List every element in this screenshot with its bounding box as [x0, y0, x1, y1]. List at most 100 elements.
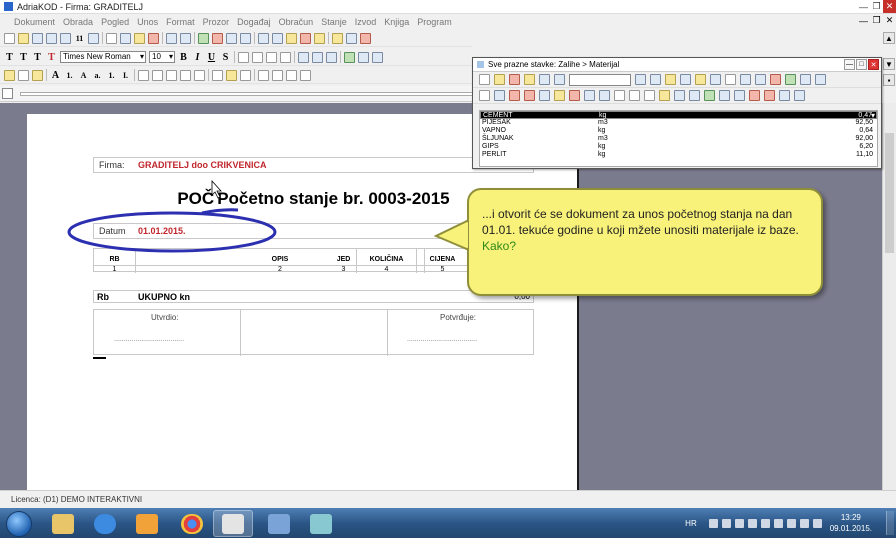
maximize-icon[interactable]: ❐ [870, 0, 883, 13]
menu-format[interactable]: Format [162, 17, 199, 27]
calendar-icon[interactable] [258, 32, 269, 44]
tray-icon-2[interactable] [721, 518, 731, 528]
list-icon[interactable] [226, 32, 237, 44]
popup-doc-icon[interactable] [479, 90, 490, 101]
taskbar-explorer[interactable] [43, 510, 83, 537]
font-size-select[interactable]: 10 [149, 51, 175, 63]
tray-icon-5[interactable] [760, 518, 770, 528]
menu-program[interactable]: Program [413, 17, 456, 27]
indent-icon[interactable] [298, 51, 309, 63]
popup-key-icon[interactable] [674, 90, 685, 101]
search-zoom-icon[interactable] [286, 32, 297, 44]
cut-icon[interactable] [106, 32, 117, 44]
popup-binoculars-icon[interactable] [635, 74, 646, 85]
volume-icon[interactable] [812, 518, 822, 528]
car-icon[interactable] [272, 32, 283, 44]
font-name-select[interactable]: Times New Roman [60, 51, 146, 63]
menu-dogadaj[interactable]: Događaj [233, 17, 275, 27]
close-icon[interactable]: ✕ [883, 0, 896, 13]
font-a-5[interactable]: I. [120, 71, 131, 80]
stop-icon[interactable] [300, 32, 311, 44]
list-item[interactable]: CEMENT kg 0,47 [480, 111, 877, 120]
box-5-icon[interactable] [272, 69, 283, 81]
tray-icon-3[interactable] [734, 518, 744, 528]
material-list[interactable]: CEMENT kg 0,47 PIJESAK m3 92,50 VAPNO kg… [479, 110, 878, 167]
page-3-icon[interactable] [166, 69, 177, 81]
popup-minimize-icon[interactable]: — [844, 59, 855, 70]
redo-icon[interactable] [180, 32, 191, 44]
page-2-icon[interactable] [152, 69, 163, 81]
new-document-icon[interactable] [4, 32, 15, 44]
popup-dollar-icon[interactable] [725, 74, 736, 85]
paste-icon[interactable] [134, 32, 145, 44]
undo-icon[interactable] [166, 32, 177, 44]
number-button[interactable]: 11 [74, 34, 85, 43]
popup-phone-icon[interactable] [755, 74, 766, 85]
popup-save-icon[interactable] [800, 74, 811, 85]
text-style-1[interactable]: T [4, 52, 15, 63]
box-2-icon[interactable] [226, 69, 237, 81]
panel-icon[interactable]: ▪ [883, 74, 895, 86]
material-picker-window[interactable]: Sve prazne stavke: Zalihe > Materijal — … [472, 57, 882, 169]
clock[interactable]: 13:29 09.01.2015. [830, 512, 872, 534]
popup-car-icon[interactable] [524, 90, 535, 101]
box-3-icon[interactable] [240, 69, 251, 81]
network-status-icon[interactable] [799, 518, 809, 528]
popup-new-icon[interactable] [479, 74, 490, 85]
datum-value[interactable]: 01.01.2015. [138, 226, 186, 236]
refresh-icon[interactable] [198, 32, 209, 44]
font-a-large[interactable]: A [50, 70, 61, 81]
doc-close-icon[interactable]: ✕ [883, 14, 896, 27]
font-a-2[interactable]: A [78, 71, 89, 80]
popup-page2-icon[interactable] [629, 90, 640, 101]
ruler-corner[interactable] [2, 88, 13, 99]
popup-chart-icon[interactable] [815, 74, 826, 85]
strike-button[interactable]: S [220, 52, 231, 63]
tray-icon-7[interactable] [786, 518, 796, 528]
font-a-3[interactable]: a. [92, 71, 103, 80]
tray-icon-4[interactable] [747, 518, 757, 528]
help-icon[interactable] [332, 32, 343, 44]
open-folder-icon[interactable] [18, 32, 29, 44]
align-justify-icon[interactable] [280, 51, 291, 63]
minimize-icon[interactable]: — [857, 0, 870, 13]
vertical-scrollbar[interactable] [882, 103, 896, 490]
list-item[interactable]: PERLIT kg 11,10 [480, 151, 877, 159]
box-1-icon[interactable] [212, 69, 223, 81]
popup-pin-icon[interactable] [734, 90, 745, 101]
popup-grid2-icon[interactable] [689, 90, 700, 101]
popup-down-icon[interactable] [569, 90, 580, 101]
box-6-icon[interactable] [286, 69, 297, 81]
menu-obracun[interactable]: Obračun [275, 17, 318, 27]
popup-delete-icon[interactable] [509, 74, 520, 85]
popup-filter-icon[interactable] [524, 74, 535, 85]
popup-close-icon[interactable]: ✕ [868, 59, 879, 70]
popup-copy-icon[interactable] [599, 90, 610, 101]
popup-grid-icon[interactable] [665, 74, 676, 85]
pin-icon[interactable]: ▲ [883, 32, 895, 44]
popup-search-input[interactable] [569, 73, 631, 86]
run-icon[interactable] [346, 32, 357, 44]
popup-box-icon[interactable] [794, 90, 805, 101]
text-style-3[interactable]: T [32, 52, 43, 63]
bold-button[interactable]: B [178, 52, 189, 63]
popup-calc-icon[interactable] [785, 74, 796, 85]
tray-icon-1[interactable] [708, 518, 718, 528]
doc-minimize-icon[interactable]: — [857, 14, 870, 27]
outdent-icon[interactable] [312, 51, 323, 63]
taskbar-app-6[interactable] [259, 510, 299, 537]
popup-title-bar[interactable]: Sve prazne stavke: Zalihe > Materijal [473, 58, 881, 72]
align-left-icon[interactable] [238, 51, 249, 63]
popup-truck-icon[interactable] [509, 90, 520, 101]
popup-check-icon[interactable] [779, 90, 790, 101]
firma-value[interactable]: GRADITELJ doo CRIKVENICA [138, 160, 267, 170]
text-style-4[interactable]: T [46, 52, 57, 63]
page-4-icon[interactable] [180, 69, 191, 81]
frame-icon[interactable] [18, 69, 29, 81]
popup-people-icon[interactable] [704, 90, 715, 101]
list-item[interactable]: ŠLJUNAK m3 92,00 [480, 135, 877, 143]
popup-home-icon[interactable] [749, 90, 760, 101]
popup-house-icon[interactable] [764, 90, 775, 101]
popup-folder-icon[interactable] [695, 74, 706, 85]
start-button[interactable] [6, 511, 32, 537]
